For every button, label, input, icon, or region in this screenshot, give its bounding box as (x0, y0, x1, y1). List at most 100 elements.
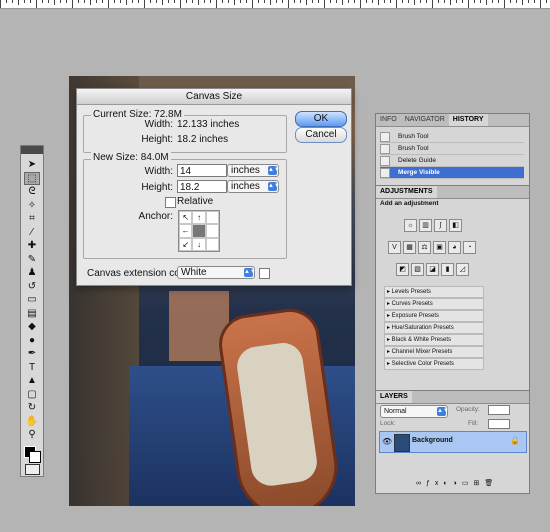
relative-checkbox[interactable] (165, 197, 176, 208)
anchor-center[interactable] (192, 224, 206, 238)
gradient-icon[interactable]: ▤ (24, 307, 40, 320)
width-input[interactable]: 14 (177, 164, 227, 177)
layers-footer-icons[interactable]: ∞ƒx◐◑▭⊞🗑 (416, 479, 498, 487)
gradient-map-icon[interactable]: ▮ (441, 263, 454, 276)
fill-input[interactable] (488, 419, 510, 429)
eyedropper-icon[interactable]: ⁄ (24, 226, 40, 239)
dodge-icon[interactable]: ● (24, 334, 40, 347)
lasso-tool-icon[interactable]: ᘓ (24, 185, 40, 198)
ruler-tick (384, 0, 385, 3)
ruler-tick (510, 0, 511, 3)
color-balance-icon[interactable]: ⚖ (418, 241, 431, 254)
path-select-icon[interactable]: ▲ (24, 374, 40, 387)
history-item[interactable]: Brush Tool (380, 131, 524, 143)
cancel-button[interactable]: Cancel (295, 127, 347, 143)
tab-adjustments[interactable]: ADJUSTMENTS (376, 186, 437, 198)
adjustments-panel-tabs: ADJUSTMENTS (376, 186, 529, 199)
ruler-tick (282, 0, 283, 3)
arrow-left-icon[interactable]: ← (179, 224, 193, 238)
exposure-icon[interactable]: ◧ (449, 219, 462, 232)
healing-brush-icon[interactable]: ✚ (24, 239, 40, 252)
tab-layers[interactable]: LAYERS (376, 391, 412, 403)
photo-filter-icon[interactable]: ◕ (448, 241, 461, 254)
history-item[interactable]: Delete Guide (380, 155, 524, 167)
preset-row[interactable]: ▸ Curves Presets (384, 298, 484, 310)
arrow-right-icon[interactable] (205, 224, 219, 238)
preset-row[interactable]: ▸ Exposure Presets (384, 310, 484, 322)
history-item-label: Delete Guide (398, 157, 436, 164)
width-unit-select[interactable]: inches ▲▼ (227, 164, 280, 177)
blur-icon[interactable]: ◆ (24, 320, 40, 333)
arrow-sw-icon[interactable]: ↙ (179, 237, 193, 251)
history-item[interactable]: Brush Tool (380, 143, 524, 155)
ruler-tick (192, 0, 193, 3)
arrow-down-icon[interactable]: ↓ (192, 237, 206, 251)
arrow-ne-icon[interactable] (205, 211, 219, 225)
bw-icon[interactable]: ▣ (433, 241, 446, 254)
arrow-se-icon[interactable] (205, 237, 219, 251)
marquee-tool-icon[interactable]: ⬚ (24, 171, 40, 185)
ruler-tick (132, 0, 133, 3)
tab-navigator[interactable]: NAVIGATOR (401, 114, 449, 126)
curves-icon[interactable]: ∫ (434, 219, 447, 232)
current-height-value: 18.2 inches (177, 134, 229, 145)
preset-row[interactable]: ▸ Levels Presets (384, 286, 484, 298)
quick-mask-icon[interactable] (25, 464, 40, 475)
opacity-input[interactable] (488, 405, 510, 415)
hue-sat-icon[interactable]: ▦ (403, 241, 416, 254)
background-color-swatch[interactable] (29, 451, 41, 463)
magic-wand-icon[interactable]: ✧ (24, 199, 40, 212)
posterize-icon[interactable]: ▧ (411, 263, 424, 276)
selective-color-icon[interactable]: ◿ (456, 263, 469, 276)
blend-mode-select[interactable]: Normal ▲▼ (380, 405, 449, 418)
ruler-tick (354, 0, 355, 3)
type-tool-icon[interactable]: T (24, 361, 40, 374)
preset-row[interactable]: ▸ Channel Mixer Presets (384, 346, 484, 358)
zoom-tool-icon[interactable]: ⚲ (24, 428, 40, 441)
ruler-tick (78, 0, 79, 3)
extension-color-select[interactable]: White ▲▼ (177, 266, 256, 279)
vibrance-icon[interactable]: V (388, 241, 401, 254)
ruler-tick (432, 0, 433, 8)
layer-row-background[interactable]: 👁 Background 🔒 (379, 431, 527, 453)
ruler-tick (504, 0, 505, 8)
threshold-icon[interactable]: ◪ (426, 263, 439, 276)
preset-row[interactable]: ▸ Hue/Saturation Presets (384, 322, 484, 334)
width-unit-value: inches (231, 165, 260, 176)
history-item-selected[interactable]: Merge Visible (380, 167, 524, 179)
blend-mode-value: Normal (384, 408, 407, 415)
arrow-nw-icon[interactable]: ↖ (179, 211, 193, 225)
extension-color-swatch[interactable] (259, 268, 270, 279)
height-unit-select[interactable]: inches ▲▼ (227, 180, 280, 193)
history-brush-icon[interactable]: ↺ (24, 280, 40, 293)
hand-tool-icon[interactable]: ✋ (24, 415, 40, 428)
crop-tool-icon[interactable]: ⌗ (24, 212, 40, 225)
brush-tool-icon[interactable]: ✎ (24, 253, 40, 266)
ruler-tick (348, 0, 349, 3)
ruler-tick (342, 0, 343, 5)
brightness-icon[interactable]: ☼ (404, 219, 417, 232)
tab-history[interactable]: HISTORY (448, 114, 488, 126)
tab-info[interactable]: INFO (376, 114, 401, 126)
lock-label: Lock: (380, 420, 396, 427)
height-input[interactable]: 18.2 (177, 180, 227, 193)
preset-row[interactable]: ▸ Selective Color Presets (384, 358, 484, 370)
arrow-up-icon[interactable]: ↑ (192, 211, 206, 225)
fill-label: Fill: (468, 420, 479, 427)
eye-icon[interactable]: 👁 (382, 437, 392, 446)
pen-tool-icon[interactable]: ✒ (24, 347, 40, 360)
invert-icon[interactable]: ◩ (396, 263, 409, 276)
anchor-grid[interactable]: ↖ ↑ ← ↙ ↓ (178, 210, 220, 252)
preset-row[interactable]: ▸ Black & White Presets (384, 334, 484, 346)
levels-icon[interactable]: ▥ (419, 219, 432, 232)
channel-mixer-icon[interactable]: ◔ (463, 241, 476, 254)
3d-rotate-icon[interactable]: ↻ (24, 401, 40, 414)
ok-button[interactable]: OK (295, 111, 347, 127)
move-tool-icon[interactable]: ➤ (24, 158, 40, 171)
shape-tool-icon[interactable]: ▢ (24, 388, 40, 401)
ruler-tick (516, 0, 517, 3)
eraser-icon[interactable]: ▭ (24, 293, 40, 306)
clone-stamp-icon[interactable]: ♟ (24, 266, 40, 279)
tools-panel-header[interactable] (21, 146, 43, 154)
extension-color-value: White (181, 267, 207, 278)
